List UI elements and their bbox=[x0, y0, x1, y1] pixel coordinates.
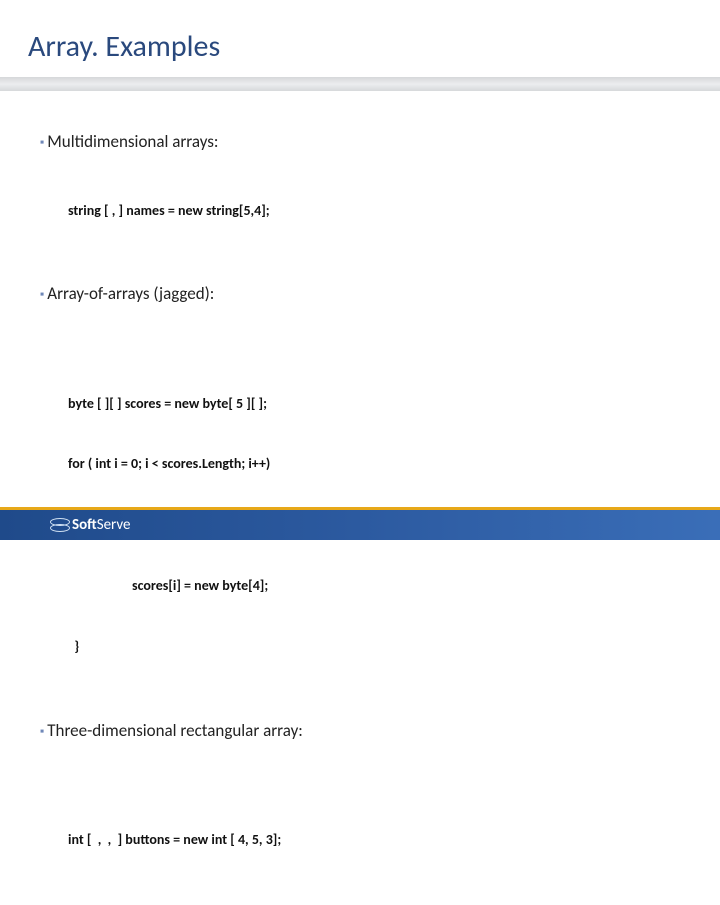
brand-text: SoftServe bbox=[72, 516, 131, 534]
bullet-heading: Three-dimensional rectangular array: bbox=[40, 720, 720, 743]
code-block: string [ , ] names = new string[5,4]; bbox=[40, 154, 720, 275]
code-line: string [ , ] names = new string[5,4]; bbox=[68, 201, 720, 221]
code-line: } bbox=[68, 637, 720, 657]
section-jagged: Array-of-arrays (jagged): byte [ ][ ] sc… bbox=[40, 283, 720, 712]
code-line: scores[i] = new byte[4]; bbox=[68, 576, 720, 596]
slide-content: Multidimensional arrays: string [ , ] na… bbox=[0, 91, 720, 905]
logo-icon bbox=[50, 518, 68, 532]
bullet-heading: Array-of-arrays (jagged): bbox=[40, 283, 720, 306]
code-line: byte [ ][ ] scores = new byte[ 5 ][ ]; bbox=[68, 394, 720, 414]
brand-logo: SoftServe bbox=[50, 516, 131, 534]
footer-bar: SoftServe bbox=[0, 510, 720, 540]
header-bar bbox=[0, 77, 720, 91]
section-3d: Three-dimensional rectangular array: int… bbox=[40, 720, 720, 905]
code-block: int [ , , ] buttons = new int [ 4, 5, 3]… bbox=[40, 743, 720, 905]
section-multidim: Multidimensional arrays: string [ , ] na… bbox=[40, 131, 720, 275]
slide-title: Array. Examples bbox=[0, 0, 720, 77]
bullet-heading: Multidimensional arrays: bbox=[40, 131, 720, 154]
code-line: for ( int i = 0; i < scores.Length; i++) bbox=[68, 454, 720, 474]
code-line: int [ , , ] buttons = new int [ 4, 5, 3]… bbox=[68, 830, 720, 850]
